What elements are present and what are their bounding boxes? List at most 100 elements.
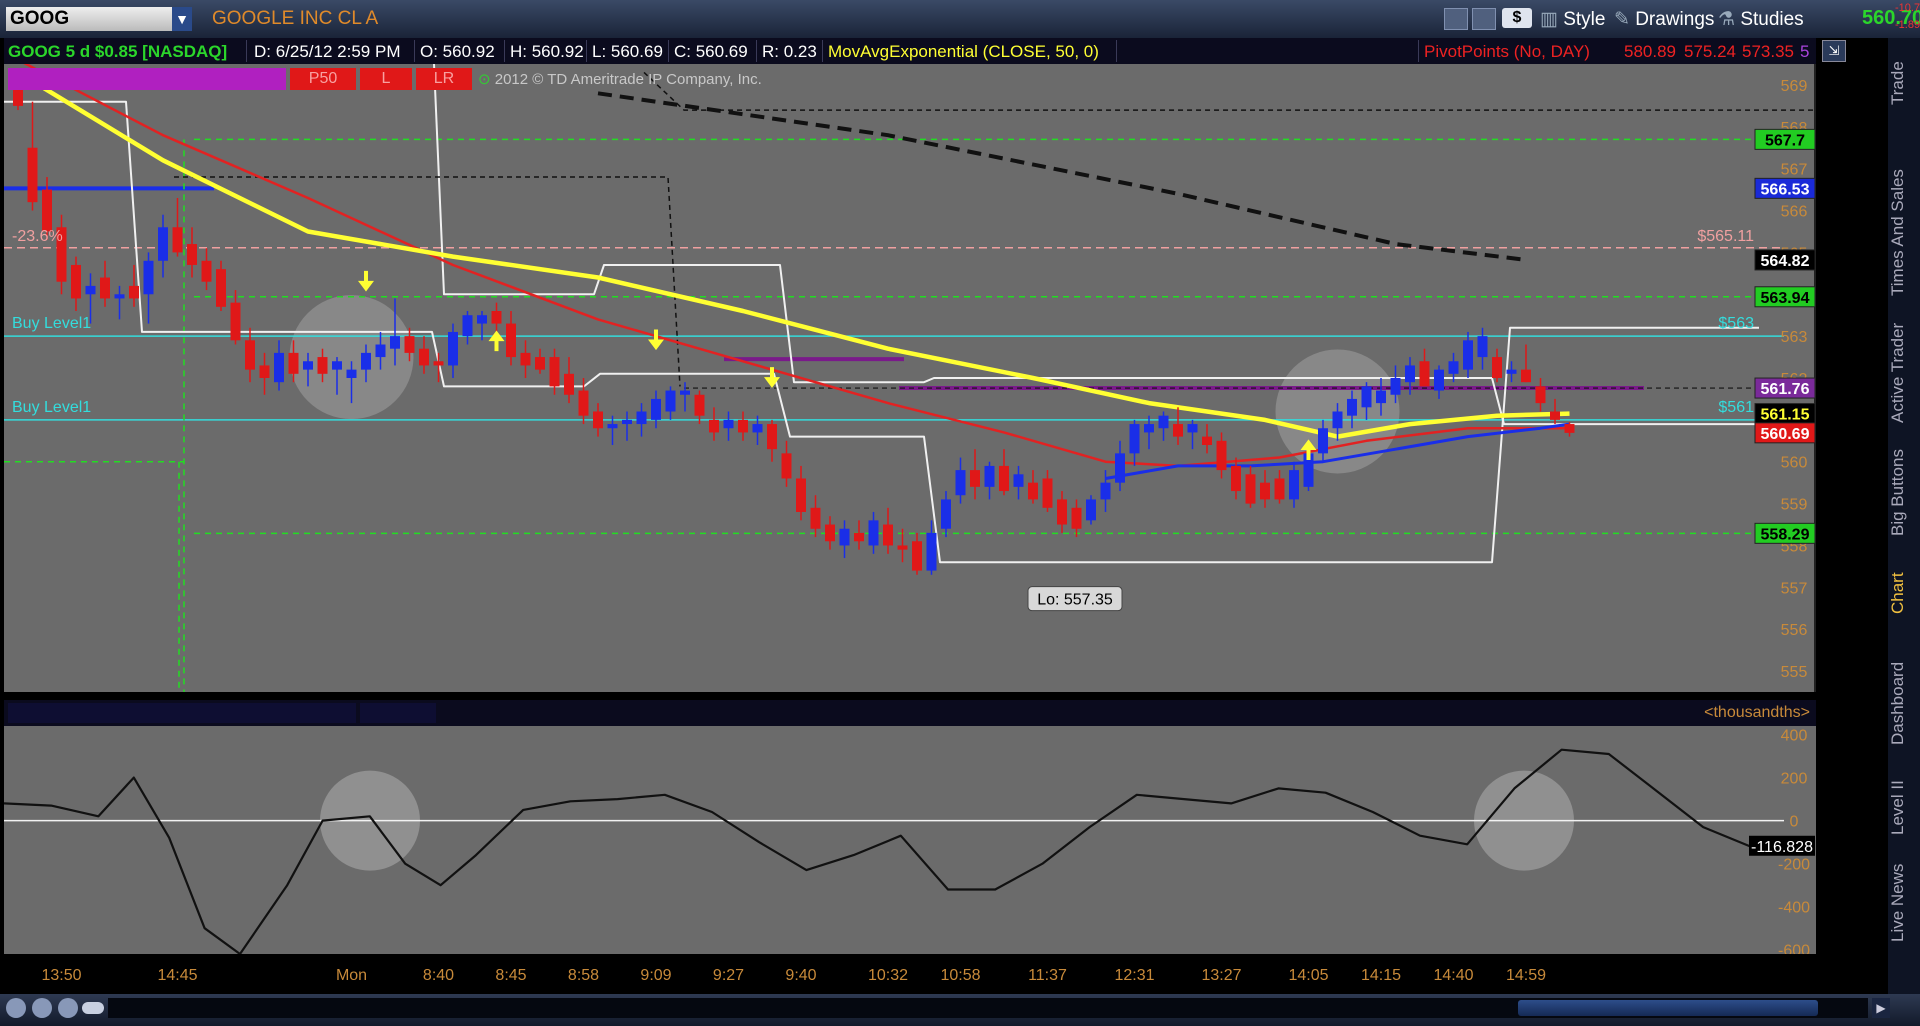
zoom-in-icon[interactable] xyxy=(32,998,52,1018)
candle-body xyxy=(941,499,951,529)
time-axis-tick: 8:58 xyxy=(568,967,599,984)
candle-body xyxy=(825,524,835,542)
price-marker-label: 567.7 xyxy=(1765,132,1805,149)
studies-menu[interactable]: ⚗ Studies xyxy=(1718,8,1804,31)
side-tab[interactable]: Active Trader xyxy=(1888,318,1920,428)
candle-body xyxy=(85,285,96,295)
candle-body xyxy=(1521,369,1531,383)
candle-body xyxy=(1245,474,1256,504)
scrollbar-thumb[interactable] xyxy=(1518,1000,1818,1016)
candle-body xyxy=(332,361,342,370)
pivot-more-value: 5 xyxy=(1800,42,1810,61)
side-tab[interactable]: Big Buttons xyxy=(1888,438,1920,548)
ema-study-label[interactable]: MovAvgExponential (CLOSE, 50, 0) xyxy=(828,42,1099,62)
drawings-menu[interactable]: ✎ Drawings xyxy=(1614,8,1714,31)
candle-body xyxy=(201,260,212,282)
oscillator-axis-tick: 200 xyxy=(1781,771,1808,788)
price-marker-label: 560.69 xyxy=(1761,426,1810,443)
candle-body xyxy=(375,344,386,358)
style-menu[interactable]: ▥ Style xyxy=(1540,8,1605,31)
candle-body xyxy=(100,277,110,299)
flask-icon: ⚗ xyxy=(1718,9,1741,30)
candle-body xyxy=(926,532,937,571)
wrench-icon-button[interactable] xyxy=(1472,8,1496,30)
candle-body xyxy=(274,352,284,383)
candle-body xyxy=(1028,482,1038,500)
candle-body xyxy=(1390,378,1401,395)
copyright-label: 2012 © TD Ameritrade IP Company, Inc. xyxy=(494,71,762,88)
symbol-dropdown-button[interactable]: ▼ xyxy=(172,7,192,31)
candle-body xyxy=(1564,424,1575,433)
candle-body xyxy=(1071,507,1082,529)
scroll-right-arrow[interactable]: ▶ xyxy=(1872,998,1890,1018)
side-tab[interactable]: Level II xyxy=(1888,768,1920,848)
style-icon: ▥ xyxy=(1540,9,1564,30)
candle-body xyxy=(955,470,966,496)
side-tab[interactable]: Live News xyxy=(1888,858,1920,948)
candle-body xyxy=(723,419,734,429)
lower-study-header: <thousandths> xyxy=(4,700,1816,726)
time-axis-tick: 11:37 xyxy=(1028,967,1067,984)
candle-body xyxy=(1115,453,1125,483)
bottom-toolbar: ▶ xyxy=(0,994,1920,1026)
candle-body xyxy=(1013,474,1024,487)
chart-scrollbar[interactable] xyxy=(108,998,1868,1018)
right-level-label: $565.11 xyxy=(1697,228,1754,245)
candle-body xyxy=(1434,369,1444,391)
chart-settings-icon[interactable]: ⇲ xyxy=(1822,40,1846,62)
candle-body xyxy=(1100,482,1111,500)
dollar-button[interactable]: $ xyxy=(1502,8,1532,28)
side-tab[interactable]: Trade xyxy=(1888,48,1920,118)
time-axis-tick: 14:15 xyxy=(1361,967,1401,984)
candle-body xyxy=(230,302,241,341)
candle-body xyxy=(129,285,139,299)
side-tab[interactable]: Chart xyxy=(1888,558,1920,628)
candle-body xyxy=(1057,499,1067,525)
l-badge[interactable]: L xyxy=(360,68,412,90)
candle-body xyxy=(42,189,52,232)
candle-body xyxy=(462,315,473,337)
reset-zoom-icon[interactable] xyxy=(82,1002,104,1014)
candle-body xyxy=(1492,357,1502,378)
candle-body xyxy=(187,244,197,265)
candle-body xyxy=(578,390,589,416)
zoom-out-icon[interactable] xyxy=(58,998,78,1018)
oscillator-axis-tick: 400 xyxy=(1781,728,1808,745)
side-tab[interactable]: Times And Sales xyxy=(1888,158,1920,308)
candle-body xyxy=(1463,340,1473,370)
time-axis-tick: 14:45 xyxy=(157,967,197,984)
time-axis-tick: Mon xyxy=(336,967,367,984)
p50-badge[interactable]: P50 xyxy=(290,68,356,90)
oscillator-chart[interactable]: 400 200 0 -200 -400 -600 -116.828 xyxy=(4,726,1816,954)
oscillator-axis-tick: -200 xyxy=(1778,857,1810,874)
oscillator-marker-label: -116.828 xyxy=(1751,839,1813,856)
lower-study-units: <thousandths> xyxy=(1704,704,1810,721)
price-axis-tick: 557 xyxy=(1781,580,1808,597)
pivot-study-label[interactable]: PivotPoints (No, DAY) xyxy=(1424,42,1590,62)
lower-study-label-box[interactable] xyxy=(8,703,356,723)
candle-body xyxy=(158,227,168,261)
right-sidebar: Trade Times And Sales Active Trader Big But… xyxy=(1888,38,1920,994)
candle-body xyxy=(970,470,980,487)
candle-body xyxy=(259,365,270,378)
candle-body xyxy=(520,352,531,366)
candle-body xyxy=(317,357,328,374)
side-tab[interactable]: Dashboard xyxy=(1888,648,1920,758)
candle-body xyxy=(694,394,705,416)
chart-icon-button[interactable] xyxy=(1444,8,1468,30)
adv-study-badge[interactable] xyxy=(8,68,286,90)
crosshair-icon[interactable] xyxy=(6,998,26,1018)
price-chart[interactable]: 5555565575585595605615625635645655665675… xyxy=(4,64,1816,692)
time-axis-tick: 9:40 xyxy=(785,967,816,984)
candle-body xyxy=(839,528,850,546)
time-axis-tick: 14:05 xyxy=(1288,967,1328,984)
candle-body xyxy=(796,478,806,512)
candle-body xyxy=(288,352,299,374)
candle-body xyxy=(1477,336,1488,358)
candle-body xyxy=(636,411,647,425)
candle-body xyxy=(506,323,516,358)
lr-badge[interactable]: LR xyxy=(416,68,472,90)
pencil-icon: ✎ xyxy=(1614,9,1636,30)
candle-body xyxy=(781,453,792,479)
symbol-input[interactable]: GOOG xyxy=(6,7,192,31)
